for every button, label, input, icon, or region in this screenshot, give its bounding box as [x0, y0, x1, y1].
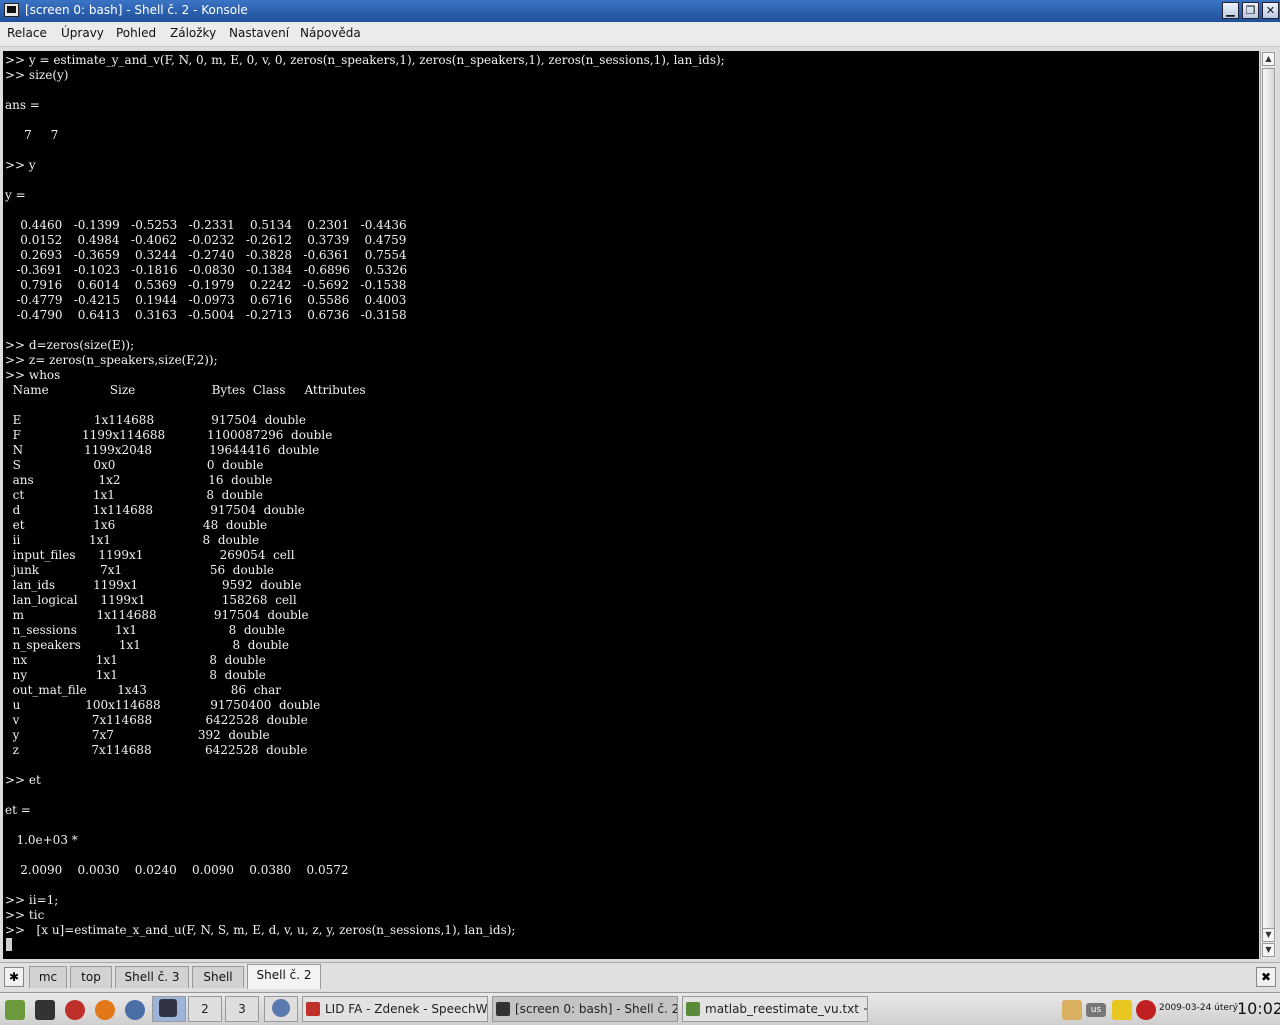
terminal-scrollbar[interactable]: ▲ ▼ ▼: [1260, 51, 1276, 959]
clock[interactable]: 10:02: [1237, 999, 1280, 1018]
konsole-app-icon[interactable]: [4, 3, 19, 17]
firefox-icon[interactable]: [95, 1000, 115, 1020]
menu-pohled[interactable]: Pohled: [116, 26, 156, 40]
taskbar-task-speechwiki[interactable]: LID FA - Zdenek - SpeechWiki: [302, 996, 488, 1022]
tab-shell[interactable]: Shell: [192, 966, 244, 988]
opera-icon[interactable]: [65, 1000, 85, 1020]
menu-napoveda[interactable]: Nápověda: [300, 26, 361, 40]
tab-shell-3[interactable]: Shell č. 3: [115, 966, 189, 988]
terminal-icon: [496, 1002, 510, 1016]
star-icon[interactable]: [1112, 1000, 1132, 1020]
restore-button[interactable]: ❐: [1242, 2, 1259, 19]
desktop-2-button[interactable]: 2: [188, 996, 222, 1022]
taskbar-task-konsole[interactable]: [screen 0: bash] - Shell č. 2: [492, 996, 678, 1022]
tab-top[interactable]: top: [70, 966, 112, 988]
scroll-up-arrow-icon[interactable]: ▲: [1262, 52, 1275, 66]
globe-icon: [272, 999, 290, 1017]
close-button[interactable]: ✕: [1262, 2, 1279, 19]
minimize-button[interactable]: ▁: [1222, 2, 1239, 19]
close-tab-icon[interactable]: ✖: [1256, 967, 1276, 987]
menu-relace[interactable]: Relace: [7, 26, 47, 40]
desktop-3-button[interactable]: 3: [225, 996, 259, 1022]
task-label: [screen 0: bash] - Shell č. 2: [515, 1002, 678, 1016]
tab-mc[interactable]: mc: [29, 966, 67, 988]
terminal-output[interactable]: >> y = estimate_y_and_v(F, N, 0, m, E, 0…: [3, 51, 1259, 959]
terminal-cursor: [6, 938, 12, 951]
terminal-text: >> y = estimate_y_and_v(F, N, 0, m, E, 0…: [5, 53, 725, 937]
scroll-down-arrow-icon[interactable]: ▼: [1262, 928, 1275, 942]
date-label: 2009-03-24 úterý: [1159, 1003, 1238, 1013]
kde-menu-icon[interactable]: [5, 1000, 25, 1020]
network-status-icon[interactable]: [1136, 1000, 1156, 1020]
browser-launcher-icon[interactable]: [125, 1000, 145, 1020]
menu-upravy[interactable]: Úpravy: [61, 26, 104, 40]
session-tab-bar: ✱ mc top Shell č. 3 Shell Shell č. 2 ✖: [0, 962, 1280, 991]
window-titlebar[interactable]: [screen 0: bash] - Shell č. 2 - Konsole …: [0, 0, 1280, 22]
opera-icon: [306, 1002, 320, 1016]
taskbar-task-editor[interactable]: matlab_reestimate_vu.txt + (~/: [682, 996, 868, 1022]
menu-nastaveni[interactable]: Nastavení: [229, 26, 289, 40]
task-label: matlab_reestimate_vu.txt + (~/: [705, 1002, 867, 1016]
desktop-screen-icon: [159, 999, 177, 1017]
new-tab-icon[interactable]: ✱: [4, 967, 24, 987]
tab-shell-2[interactable]: Shell č. 2: [247, 964, 321, 989]
scroll-down-arrow-icon[interactable]: ▼: [1262, 943, 1275, 957]
menu-zalozky[interactable]: Záložky: [170, 26, 216, 40]
task-label: LID FA - Zdenek - SpeechWiki: [325, 1002, 488, 1016]
keyboard-layout-icon[interactable]: us: [1086, 1003, 1106, 1017]
editor-icon: [686, 1002, 700, 1016]
desktop-1-button[interactable]: [152, 996, 186, 1022]
scrollbar-thumb[interactable]: [1262, 68, 1275, 942]
klipper-icon[interactable]: [1062, 1000, 1082, 1020]
kde-taskbar: 2 3 LID FA - Zdenek - SpeechWiki [screen…: [0, 992, 1280, 1025]
show-desktop-button[interactable]: [264, 996, 298, 1022]
window-title: [screen 0: bash] - Shell č. 2 - Konsole: [25, 3, 248, 17]
menu-bar: Relace Úpravy Pohled Záložky Nastavení N…: [0, 22, 1280, 47]
terminal-launcher-icon[interactable]: [35, 1000, 55, 1020]
